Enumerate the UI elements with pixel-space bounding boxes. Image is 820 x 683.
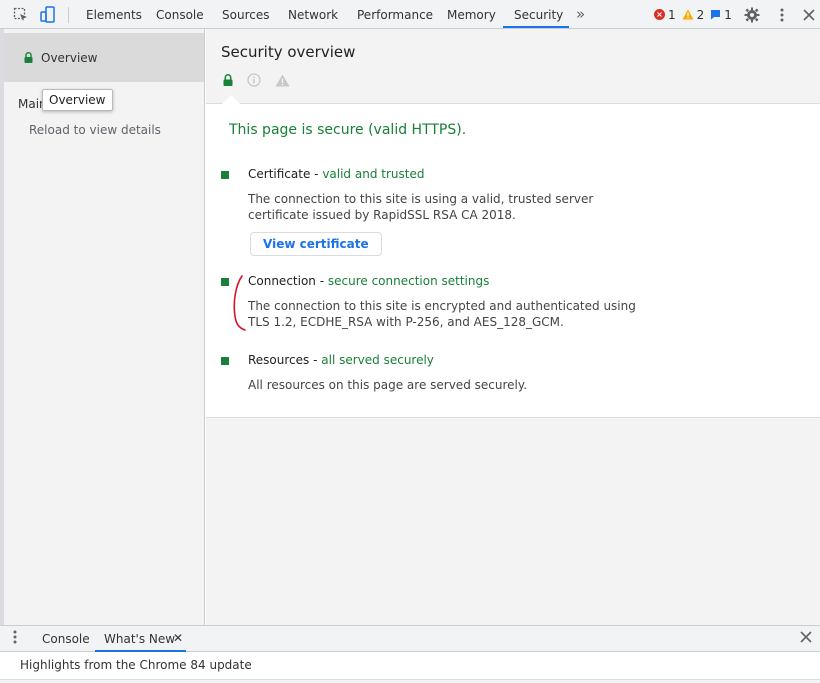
security-main-panel: Security overview This page is secure (v… [206, 29, 820, 625]
tab-elements[interactable]: Elements [86, 0, 142, 29]
close-drawer-icon[interactable] [800, 631, 812, 646]
tab-console[interactable]: Console [156, 0, 204, 29]
section-description: The connection to this site is using a v… [248, 192, 594, 222]
section-status: all served securely [321, 353, 434, 367]
description-text: The connection to this site is encrypted… [248, 299, 604, 313]
annotation-bracket [233, 275, 246, 331]
tab-memory[interactable]: Memory [447, 0, 496, 29]
message-count: 1 [724, 7, 732, 22]
whats-new-highlight: Highlights from the Chrome 84 update [20, 658, 252, 672]
lock-icon [24, 52, 33, 63]
resources-section: Resources - all served securely All reso… [221, 353, 811, 393]
overview-tooltip: Overview [42, 89, 113, 111]
secure-summary-title: This page is secure (valid HTTPS). [229, 122, 467, 138]
section-separator: - [310, 167, 323, 181]
page-title: Security overview [221, 43, 356, 61]
tab-sources[interactable]: Sources [222, 0, 269, 29]
section-status: valid and trusted [322, 167, 425, 181]
connection-section: Connection - secure connection settings … [221, 274, 811, 334]
drawer-tab-whats-new[interactable]: What's New [104, 626, 175, 652]
tab-security[interactable]: Security [514, 0, 563, 29]
summary-pointer [222, 95, 240, 104]
inspect-element-icon[interactable] [11, 5, 31, 25]
more-tabs-icon[interactable]: » [576, 0, 585, 29]
security-header: Security overview [206, 29, 820, 104]
warning-icon [682, 9, 694, 20]
section-separator: - [309, 353, 322, 367]
section-heading: Resources - all served securely [248, 353, 434, 367]
info-icon [247, 73, 261, 87]
section-name: Certificate [248, 167, 311, 181]
secure-lock-icon [223, 74, 233, 86]
close-tab-icon[interactable]: ✕ [173, 626, 183, 652]
sidebar-item-overview[interactable]: Overview [4, 33, 204, 82]
security-overview-content: This page is secure (valid HTTPS). Certi… [206, 104, 820, 418]
close-icon[interactable] [799, 5, 819, 25]
section-description: All resources on this page are served se… [248, 378, 528, 392]
section-separator: - [315, 274, 328, 288]
tab-network[interactable]: Network [288, 0, 338, 29]
section-name: Connection [248, 274, 316, 288]
status-square-icon [221, 357, 229, 365]
toolbar-divider [68, 7, 69, 23]
section-heading: Certificate - valid and trusted [248, 167, 424, 181]
drawer-tabbar: Console What's New ✕ [0, 625, 820, 652]
message-icon [711, 10, 721, 20]
section-heading: Connection - secure connection settings [248, 274, 489, 288]
status-square-icon [221, 171, 229, 179]
error-counter[interactable]: × 1 [654, 8, 676, 22]
security-summary-icons [223, 73, 290, 87]
section-description: The connection to this site is encrypted… [248, 298, 648, 330]
section-status: secure connection settings [327, 274, 490, 288]
drawer-menu-icon[interactable] [13, 630, 17, 647]
devtools-toolbar: Elements Console Sources Network Perform… [0, 0, 820, 29]
drawer-tab-console[interactable]: Console [42, 626, 90, 652]
bottom-edge [0, 679, 820, 683]
active-tab-indicator [503, 26, 569, 28]
warning-counter[interactable]: 2 [682, 7, 705, 22]
device-toolbar-icon[interactable] [38, 5, 58, 25]
warning-count: 2 [696, 7, 705, 22]
sidebar-reload-hint: Reload to view details [29, 123, 161, 137]
error-count: 1 [668, 7, 676, 22]
warning-triangle-icon [275, 74, 290, 86]
description-text: , ECDHE_RSA with P-256, and AES_128_GCM. [292, 315, 564, 329]
certificate-section: Certificate - valid and trusted The conn… [221, 167, 811, 257]
view-certificate-button[interactable]: View certificate [250, 232, 382, 256]
error-icon: × [654, 9, 665, 20]
tab-performance[interactable]: Performance [357, 0, 433, 29]
status-square-icon [221, 278, 229, 286]
section-name: Resources [248, 353, 310, 367]
sidebar-item-label: Overview [41, 50, 98, 65]
message-counter[interactable]: 1 [710, 8, 732, 22]
security-sidebar: Overview Main Reload to view details [0, 29, 205, 625]
issue-counters[interactable]: × 1 2 1 [654, 0, 738, 29]
settings-gear-icon[interactable] [742, 5, 762, 25]
more-options-icon[interactable] [772, 5, 792, 25]
